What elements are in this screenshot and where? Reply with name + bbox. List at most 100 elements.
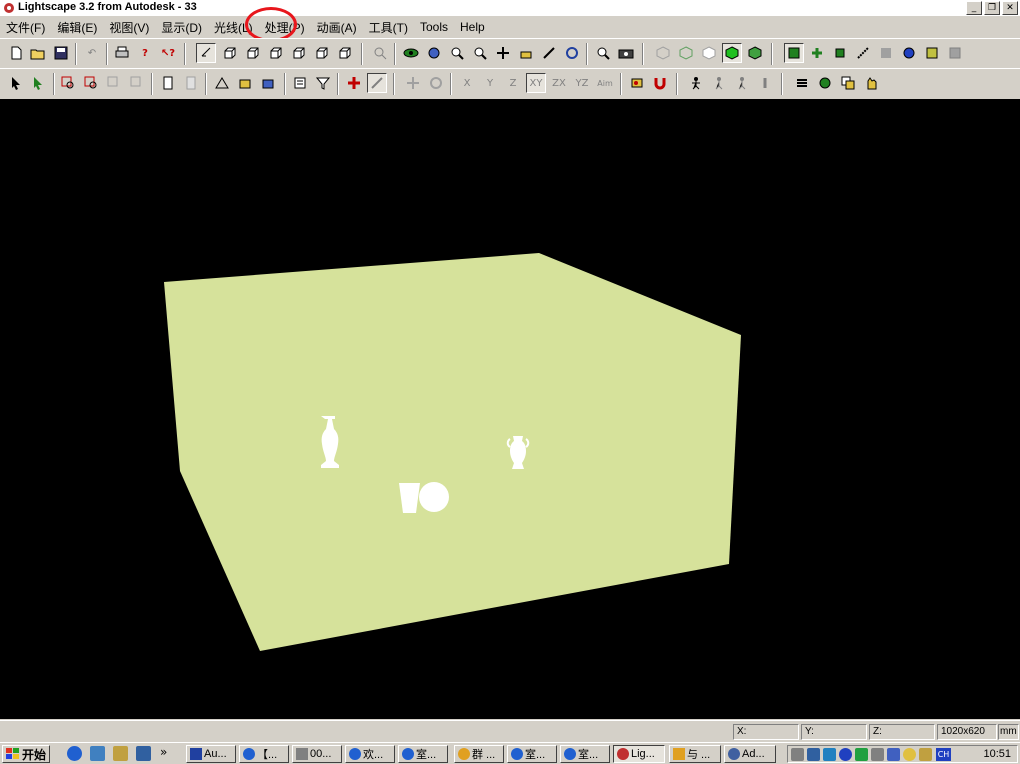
copy-layers-icon[interactable] [838,73,858,93]
zoom-disabled-icon[interactable] [370,43,390,63]
select-zoom-icon[interactable] [81,73,101,93]
task-ie-5[interactable]: 室... [560,745,610,763]
save-icon[interactable] [51,43,71,63]
cube-view-5-icon[interactable] [312,43,332,63]
task-ie-1[interactable]: 【... [239,745,289,763]
select-block-icon[interactable] [258,73,278,93]
rotate-disabled-icon[interactable] [426,73,446,93]
3d-viewport[interactable] [0,99,1020,719]
monitor-icon[interactable] [823,748,836,761]
select-disabled-2-icon[interactable] [127,73,147,93]
texture-icon[interactable] [922,43,942,63]
rotate-icon[interactable] [562,43,582,63]
edge-icon[interactable] [853,43,873,63]
cube-view-4-icon[interactable] [289,43,309,63]
solid-cube-icon[interactable] [722,43,742,63]
lang-indicator[interactable]: CH [936,748,951,761]
task-autocad[interactable]: Au... [186,745,236,763]
light-icon[interactable] [807,43,827,63]
qq-tray-icon[interactable] [903,748,916,761]
cube-view-2-icon[interactable] [243,43,263,63]
zoom-window-icon[interactable] [593,43,613,63]
pan-icon[interactable] [493,43,513,63]
zoom-icon[interactable] [470,43,490,63]
figure-still-icon[interactable] [755,73,775,93]
globe-icon[interactable] [899,43,919,63]
close-button[interactable]: ✕ [1002,1,1018,15]
paste-doc-icon[interactable] [181,73,201,93]
eye-icon[interactable] [401,43,421,63]
walk-icon[interactable] [516,43,536,63]
help-icon[interactable]: ? [135,43,155,63]
ie-quicklaunch-icon[interactable] [67,746,82,761]
menu-tools[interactable]: Tools [414,20,454,34]
plane-zx-button[interactable]: ZX [549,73,569,93]
room-box[interactable] [164,253,741,651]
open-folder-icon[interactable] [28,43,48,63]
snap-icon[interactable] [367,73,387,93]
sync-icon[interactable] [887,748,900,761]
menu-tools-cn[interactable]: 工具(T) [363,19,414,36]
start-button[interactable]: 开始 [2,745,51,763]
wireframe-mode-icon[interactable] [196,43,216,63]
orbit-icon[interactable] [424,43,444,63]
tag-icon[interactable] [627,73,647,93]
filter-icon[interactable] [313,73,333,93]
user-tray-icon[interactable] [919,748,932,761]
shaded-cube-icon[interactable] [745,43,765,63]
menu-edit[interactable]: 编辑(E) [51,19,103,36]
context-help-icon[interactable]: ↖? [158,43,178,63]
desktop-quicklaunch-icon[interactable] [90,746,105,761]
menu-view[interactable]: 视图(V) [103,19,155,36]
select-arrow-icon[interactable] [6,73,26,93]
task-ie-4[interactable]: 室... [507,745,557,763]
hand-icon[interactable] [861,73,881,93]
figure-stand-icon[interactable] [732,73,752,93]
folder-quicklaunch-icon[interactable] [113,746,128,761]
figure-walk-icon[interactable] [709,73,729,93]
cube-view-1-icon[interactable] [220,43,240,63]
plane-yz-button[interactable]: YZ [572,73,592,93]
task-00[interactable]: 00... [292,745,342,763]
cube-view-3-icon[interactable] [266,43,286,63]
flat-cube-icon[interactable] [699,43,719,63]
shield-icon[interactable] [839,748,852,761]
restore-button[interactable]: ❐ [984,1,1000,15]
figure-run-icon[interactable] [686,73,706,93]
fly-icon[interactable] [539,43,559,63]
media-quicklaunch-icon[interactable] [136,746,151,761]
select-surface-icon[interactable] [235,73,255,93]
volume-icon[interactable] [791,748,804,761]
hidden-line-cube-icon[interactable] [676,43,696,63]
globe-green-icon[interactable] [815,73,835,93]
task-qq-group[interactable]: 群 ... [454,745,504,763]
task-chat[interactable]: 与 ... [669,745,721,763]
print-icon[interactable] [112,43,132,63]
app-icon[interactable] [2,1,16,15]
zoom-in-icon[interactable] [447,43,467,63]
select-disabled-1-icon[interactable] [104,73,124,93]
menu-process[interactable]: 处理(P) [259,19,311,36]
menu-animation[interactable]: 动画(A) [311,19,363,36]
quicklaunch-more[interactable]: » [160,745,167,759]
select-window-icon[interactable] [58,73,78,93]
camera-icon[interactable] [616,43,636,63]
axis-z-button[interactable]: Z [503,73,523,93]
menu-file[interactable]: 文件(F) [0,19,51,36]
copy-doc-icon[interactable] [158,73,178,93]
minimize-button[interactable]: _ [966,1,982,15]
arrow-up-icon[interactable] [855,748,868,761]
plane-xy-button[interactable]: XY [526,73,546,93]
network-icon[interactable] [807,748,820,761]
properties-icon[interactable] [290,73,310,93]
magnet-icon[interactable] [650,73,670,93]
add-icon[interactable] [344,73,364,93]
wire-cube-icon[interactable] [653,43,673,63]
new-file-icon[interactable] [6,43,26,63]
cube-view-6-icon[interactable] [335,43,355,63]
menu-light[interactable]: 光线(L) [208,19,259,36]
keyboard-icon[interactable] [871,748,884,761]
material-icon[interactable] [830,43,850,63]
layer-icon[interactable] [784,43,804,63]
grid-icon[interactable] [876,43,896,63]
